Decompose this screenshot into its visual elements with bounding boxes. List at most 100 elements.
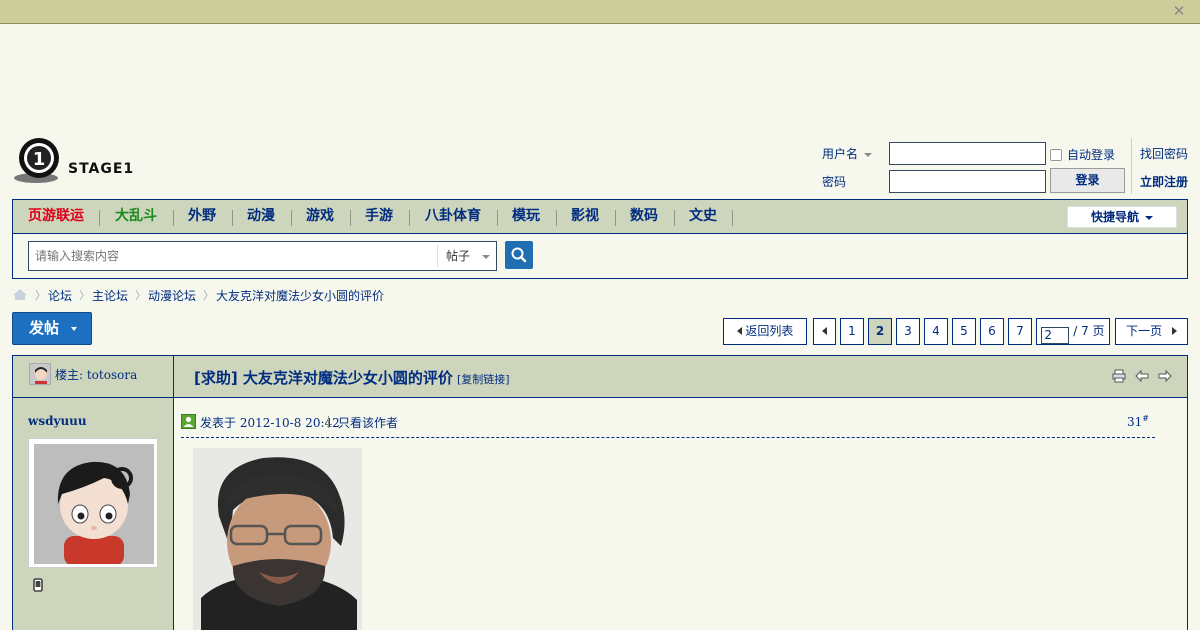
page-6[interactable]: 6 (980, 318, 1004, 345)
prev-page-button[interactable] (813, 318, 836, 345)
divider (328, 416, 329, 428)
forgot-password-link[interactable]: 找回密码 (1140, 145, 1188, 162)
nav-item-yeyou[interactable]: 页游联运 (21, 200, 91, 233)
nav-container: 页游联运 大乱斗 外野 动漫 游戏 手游 八卦体育 模玩 影视 数码 文史 快捷… (12, 199, 1188, 279)
page-total: / 7 页 (1073, 324, 1105, 338)
thread-owner[interactable]: 楼主: totosora (55, 366, 137, 383)
nav-divider (732, 210, 733, 226)
author-name[interactable]: wsdyuuu (28, 414, 87, 428)
nav-divider (615, 210, 616, 226)
avatar-icon (30, 364, 50, 384)
nav-divider (99, 210, 100, 226)
author-avatar[interactable] (28, 438, 158, 568)
nav-divider (674, 210, 675, 226)
chevron-down-icon (482, 254, 491, 259)
svg-text:1: 1 (33, 149, 46, 170)
divider (1131, 138, 1132, 194)
post-floor[interactable]: 31# (1127, 414, 1149, 429)
search-box: 帖子 (28, 241, 497, 271)
author-sidebar: wsdyuuu (13, 398, 174, 630)
search-button[interactable] (505, 241, 533, 269)
page-jump: 2 / 7 页 (1036, 318, 1110, 345)
thread-title-text: [求助] 大友克洋对魔法少女小圆的评价 (194, 369, 453, 387)
register-link[interactable]: 立即注册 (1140, 173, 1188, 190)
quick-nav-button[interactable]: 快捷导航 (1067, 206, 1177, 228)
nav-divider (497, 210, 498, 226)
page-5[interactable]: 5 (952, 318, 976, 345)
password-label: 密码 (822, 175, 847, 189)
thread-owner-header: 楼主: totosora (13, 356, 174, 398)
login-button[interactable]: 登录 (1050, 168, 1125, 193)
chevron-down-icon (71, 326, 78, 331)
avatar-icon (34, 444, 154, 564)
close-icon[interactable]: ✕ (1172, 4, 1186, 19)
nav-item-dongman[interactable]: 动漫 (240, 200, 282, 233)
nav-item-shouyou[interactable]: 手游 (358, 200, 400, 233)
nav-divider (556, 210, 557, 226)
nav-item-mowan[interactable]: 模玩 (505, 200, 547, 233)
password-input[interactable] (889, 170, 1046, 193)
arrow-left-icon (822, 327, 827, 335)
breadcrumb-arrow-icon: 〉 (79, 289, 90, 302)
prev-thread-icon[interactable] (1134, 369, 1150, 383)
breadcrumb-thread[interactable]: 大友克洋对魔法少女小圆的评价 (216, 287, 384, 304)
nav-item-yingshi[interactable]: 影视 (564, 200, 606, 233)
top-bar: ✕ (0, 0, 1200, 24)
page-1[interactable]: 1 (840, 318, 864, 345)
thread-tools (1108, 369, 1173, 386)
copy-link[interactable]: [复制链接] (457, 373, 510, 386)
username-label[interactable]: 用户名 (822, 145, 873, 162)
post-time: 发表于 2012-10-8 20:42 (200, 416, 340, 430)
chevron-down-icon (864, 152, 873, 157)
thread-title-header: [求助] 大友克洋对魔法少女小圆的评价 [复制链接] (174, 356, 1187, 398)
page-3[interactable]: 3 (896, 318, 920, 345)
page-2-current[interactable]: 2 (868, 318, 892, 345)
home-icon[interactable] (12, 288, 28, 301)
post-container: 楼主: totosora [求助] 大友克洋对魔法少女小圆的评价 [复制链接] w… (12, 355, 1188, 630)
nav-item-bagua[interactable]: 八卦体育 (417, 200, 489, 233)
logo-text: STAGE1 (68, 161, 135, 177)
nav-item-waiye[interactable]: 外野 (181, 200, 223, 233)
arrow-left-icon (736, 327, 742, 335)
search-type-select[interactable]: 帖子 (437, 245, 496, 267)
next-thread-icon[interactable] (1157, 369, 1173, 383)
nav-divider (173, 210, 174, 226)
post-meta: 发表于 2012-10-8 20:42 只看该作者 31# (181, 412, 1155, 438)
page-jump-input[interactable]: 2 (1041, 327, 1070, 344)
online-user-icon (181, 414, 196, 429)
login-panel: 用户名 密码 自动登录 登录 找回密码 立即注册 (818, 138, 1200, 196)
breadcrumb-main-forum[interactable]: 主论坛 (92, 287, 128, 304)
chevron-down-icon (1145, 215, 1153, 220)
nav-item-shuma[interactable]: 数码 (623, 200, 665, 233)
nav-divider (232, 210, 233, 226)
username-input[interactable] (889, 142, 1046, 165)
owner-avatar[interactable] (29, 363, 51, 385)
back-to-list-button[interactable]: 返回列表 (723, 318, 807, 345)
next-page-button[interactable]: 下一页 (1115, 318, 1188, 345)
mobile-icon (33, 578, 43, 595)
breadcrumb-forum[interactable]: 论坛 (48, 287, 72, 304)
only-author-link[interactable]: 只看该作者 (338, 414, 398, 431)
nav-item-youxi[interactable]: 游戏 (299, 200, 341, 233)
page-4[interactable]: 4 (924, 318, 948, 345)
page-7[interactable]: 7 (1008, 318, 1032, 345)
search-icon (511, 247, 527, 263)
checkbox-icon[interactable] (1050, 149, 1062, 161)
print-icon[interactable] (1111, 369, 1127, 383)
breadcrumb-arrow-icon: 〉 (135, 289, 146, 302)
search-input[interactable] (29, 242, 437, 270)
site-logo[interactable]: 1 (12, 134, 142, 186)
stage1-logo-icon: 1 (14, 138, 59, 183)
breadcrumb-arrow-icon: 〉 (35, 289, 46, 302)
nav-item-wenshi[interactable]: 文史 (682, 200, 724, 233)
post-image[interactable] (193, 448, 362, 630)
new-post-button[interactable]: 发帖 (12, 312, 92, 345)
nav-item-daluandou[interactable]: 大乱斗 (107, 200, 165, 233)
main-nav: 页游联运 大乱斗 外野 动漫 游戏 手游 八卦体育 模玩 影视 数码 文史 快捷… (13, 200, 1187, 234)
breadcrumb-arrow-icon: 〉 (203, 289, 214, 302)
portrait-photo-icon (193, 448, 362, 630)
thread-title: [求助] 大友克洋对魔法少女小圆的评价 [复制链接] (194, 367, 510, 388)
nav-divider (291, 210, 292, 226)
breadcrumb-anime-forum[interactable]: 动漫论坛 (148, 287, 196, 304)
auto-login-checkbox[interactable]: 自动登录 (1050, 146, 1115, 163)
